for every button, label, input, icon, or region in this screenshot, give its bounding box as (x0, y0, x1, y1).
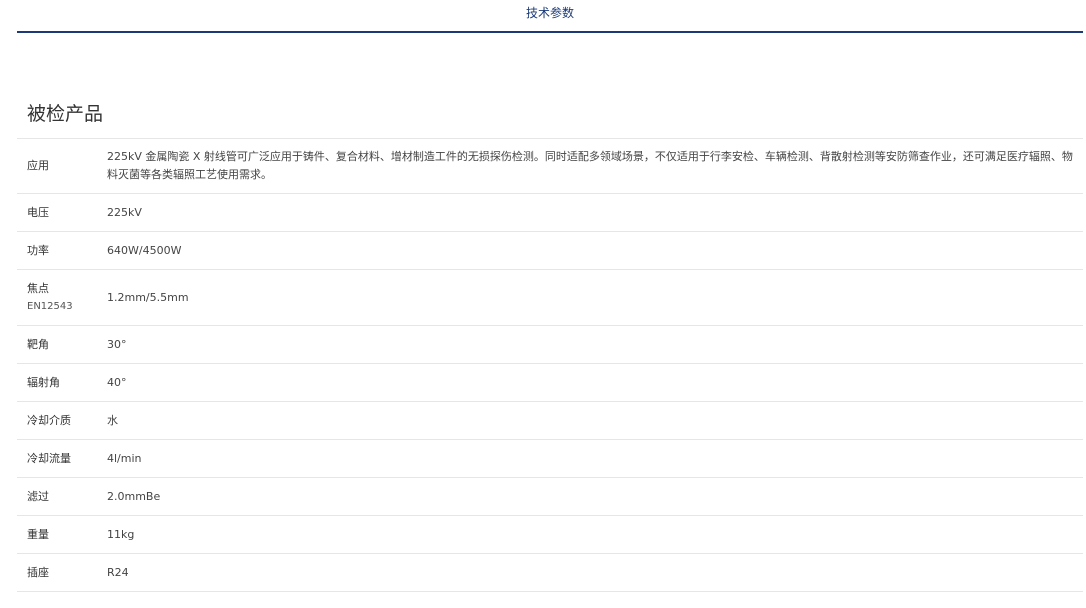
spec-label: 辐射角 (27, 375, 60, 389)
table-row: 冷却流量 4l/min (17, 440, 1083, 478)
spec-value: 水 (107, 413, 118, 427)
table-row: 电压 225kV (17, 194, 1083, 232)
spec-value: 1.2mm/5.5mm (107, 290, 189, 304)
spec-value: 225kV (107, 205, 142, 219)
spec-label: 重量 (27, 527, 49, 541)
tab-technical-parameters[interactable]: 技术参数 (17, 5, 1083, 21)
table-row: 辐射角 40° (17, 364, 1083, 402)
spec-label: 靶角 (27, 337, 49, 351)
section-title: 被检产品 (27, 103, 104, 125)
table-row: 应用 225kV 金属陶瓷 X 射线管可广泛应用于铸件、复合材料、增材制造工件的… (17, 139, 1083, 194)
spec-label: 电压 (27, 205, 49, 219)
spec-value: 11kg (107, 527, 135, 541)
spec-label: 应用 (27, 159, 49, 172)
table-row: 靶角 30° (17, 326, 1083, 364)
spec-label-group: 焦点 EN12543 (17, 270, 107, 326)
spec-label: 焦点 (27, 281, 49, 295)
spec-value: R24 (107, 565, 129, 579)
spec-value: 2.0mmBe (107, 489, 161, 503)
spec-label: 滤过 (27, 489, 49, 503)
spec-value: 640W/4500W (107, 243, 182, 257)
table-row: 焦点 EN12543 1.2mm/5.5mm (17, 270, 1083, 326)
spec-table: 应用 225kV 金属陶瓷 X 射线管可广泛应用于铸件、复合材料、增材制造工件的… (17, 138, 1083, 592)
table-row: 滤过 2.0mmBe (17, 478, 1083, 516)
table-row: 插座 R24 (17, 554, 1083, 592)
table-row: 冷却介质 水 (17, 402, 1083, 440)
spec-value: 40° (107, 375, 127, 389)
table-row: 重量 11kg (17, 516, 1083, 554)
tab-bar: 技术参数 (17, 0, 1083, 33)
spec-label: 冷却介质 (27, 413, 71, 427)
spec-value: 4l/min (107, 451, 142, 465)
spec-value: 225kV 金属陶瓷 X 射线管可广泛应用于铸件、复合材料、增材制造工件的无损探… (107, 150, 1073, 181)
spec-label: 插座 (27, 565, 49, 579)
spec-label: 功率 (27, 243, 49, 257)
table-row: 功率 640W/4500W (17, 232, 1083, 270)
spec-value: 30° (107, 337, 127, 351)
spec-sublabel: EN12543 (27, 300, 73, 312)
spec-label: 冷却流量 (27, 451, 71, 465)
